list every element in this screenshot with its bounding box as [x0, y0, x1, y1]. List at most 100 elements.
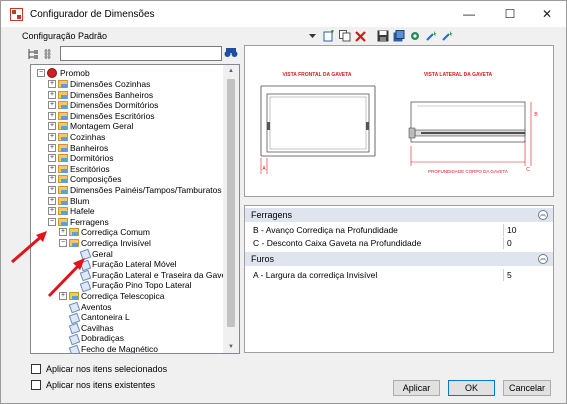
ferragens-header[interactable]: Ferragens ︽ [245, 208, 553, 222]
expand-icon[interactable]: + [48, 154, 56, 163]
prop-value-input[interactable]: 10 [507, 224, 516, 236]
cancel-button[interactable]: Cancelar [503, 380, 551, 396]
tree-item[interactable]: Dobradiças [59, 333, 124, 343]
tree-item[interactable]: + Dimensões Dormitórios [48, 100, 158, 110]
new-icon[interactable] [322, 30, 335, 43]
tree-root[interactable]: − Promob [37, 68, 90, 78]
expand-icon[interactable]: + [48, 122, 56, 131]
expand-icon[interactable]: + [48, 207, 56, 216]
close-button[interactable]: ✕ [528, 1, 566, 27]
prop-row-largura[interactable]: A - Largura da corrediça Invisível 5 [245, 269, 553, 281]
collapse-icon[interactable]: − [37, 69, 45, 77]
checkbox-box[interactable] [31, 364, 41, 374]
settings-icon[interactable] [408, 30, 421, 43]
maximize-button[interactable]: ☐ [491, 1, 529, 27]
front-view: A [260, 85, 376, 174]
expand-icon[interactable]: + [48, 90, 56, 99]
checkbox-box[interactable] [31, 380, 41, 390]
delete-icon[interactable] [354, 30, 367, 43]
tree-item[interactable]: Furação Lateral Móvel [70, 259, 177, 269]
toolbar [306, 28, 453, 44]
tree-item[interactable]: + Dormitórios [48, 153, 113, 163]
tree-item[interactable]: + Dimensões Painéis/Tampos/Tamburatos [48, 185, 222, 195]
expand-icon[interactable]: + [48, 111, 56, 120]
folder-icon [58, 207, 68, 216]
tree-item[interactable]: + Dimensões Cozinhas [48, 79, 150, 89]
collapse-icon[interactable]: − [59, 239, 67, 247]
folder-icon [58, 143, 68, 152]
tree-item[interactable]: + Hafele [48, 206, 95, 216]
tree-tools [28, 46, 54, 62]
tree-item[interactable]: + Banheiros [48, 143, 108, 153]
apply-existing-checkbox[interactable]: Aplicar nos itens existentes [31, 379, 155, 391]
tree-item[interactable]: + Montagem Geral [48, 121, 133, 131]
binoculars-icon[interactable] [224, 46, 238, 60]
drawer-preview: VISTA FRONTAL DA GAVETA VISTA LATERAL DA… [244, 45, 554, 197]
tree-item[interactable]: + Dimensões Escritórios [48, 111, 155, 121]
expand-icon[interactable]: + [59, 292, 67, 300]
tree-item[interactable]: + Corrediça Comum [59, 227, 150, 237]
checkbox-label: Aplicar nos itens existentes [46, 380, 156, 390]
collapse-icon[interactable]: − [48, 217, 56, 226]
properties-panel: Ferragens ︽ B - Avanço Corrediça na Prof… [244, 205, 554, 353]
tree-collapse-icon[interactable] [43, 48, 54, 60]
apply-selected-checkbox[interactable]: Aplicar nos itens selecionados [31, 363, 167, 375]
tree-item[interactable]: Fecho de Magnético [59, 344, 158, 354]
collapse-ferragens-icon[interactable]: ︽ [538, 210, 548, 220]
folder-icon [58, 217, 68, 226]
tree-item[interactable]: + Composições [48, 174, 122, 184]
prop-row-avanco[interactable]: B - Avanço Corrediça na Profundidade 10 [245, 224, 553, 236]
folder-icon [58, 186, 68, 194]
tree-item[interactable]: + Cozinhas [48, 132, 105, 142]
scroll-thumb[interactable] [227, 79, 235, 327]
document-icon [69, 313, 78, 322]
furos-header[interactable]: Furos ︽ [245, 252, 553, 266]
expand-icon[interactable]: + [59, 228, 67, 237]
tree-scrollbar[interactable]: ▲ ▼ [223, 65, 239, 353]
tree-item[interactable]: Furação Lateral e Traseira da Gaveta [70, 270, 233, 280]
expand-icon[interactable]: + [48, 186, 56, 194]
copy-icon[interactable] [338, 30, 351, 43]
expand-icon[interactable]: + [48, 101, 56, 110]
scroll-up-icon[interactable]: ▲ [223, 65, 239, 77]
prop-value-input[interactable]: 5 [507, 269, 512, 281]
ok-button[interactable]: OK [448, 380, 495, 396]
tree-item[interactable]: − Ferragens [48, 217, 109, 227]
prop-value-input[interactable]: 0 [507, 237, 512, 249]
tree-item[interactable]: − Corrediça Invisível [59, 238, 151, 248]
expand-icon[interactable]: + [48, 196, 56, 205]
marker-c: C [526, 167, 530, 173]
tree-item[interactable]: Cantoneira L [59, 312, 130, 322]
tree-item[interactable]: Aventos [59, 302, 112, 312]
expand-icon[interactable]: + [48, 175, 56, 184]
marker-a: A [262, 166, 266, 172]
tree-item[interactable]: + Corrediça Telescopica [59, 291, 164, 301]
folder-icon [58, 164, 68, 173]
tree-search-input[interactable] [60, 46, 222, 61]
tree-item[interactable]: + Blum [48, 196, 89, 206]
export-icon[interactable] [392, 30, 405, 43]
tree-item[interactable]: Cavilhas [59, 323, 114, 333]
dropdown-icon[interactable] [306, 30, 319, 43]
promob-logo-icon [47, 68, 57, 78]
minimize-button[interactable]: — [450, 1, 488, 27]
folder-icon [58, 80, 68, 88]
expand-icon[interactable]: + [48, 143, 56, 152]
collapse-furos-icon[interactable]: ︽ [538, 254, 548, 264]
scroll-down-icon[interactable]: ▼ [223, 341, 239, 353]
tree-item[interactable]: Furação Pino Topo Lateral [70, 280, 192, 290]
tree-item[interactable]: + Escritórios [48, 164, 110, 174]
apply-button[interactable]: Aplicar [393, 380, 440, 396]
wand-2-icon[interactable] [440, 30, 453, 43]
document-icon [69, 345, 78, 354]
expand-icon[interactable]: + [48, 133, 56, 141]
tree-item[interactable]: Geral [70, 249, 113, 259]
tree-filter-icon[interactable] [28, 48, 39, 60]
app-icon [10, 8, 23, 21]
expand-icon[interactable]: + [48, 164, 56, 173]
wand-icon[interactable] [424, 30, 437, 43]
save-icon[interactable] [376, 30, 389, 43]
tree-item[interactable]: + Dimensões Banheiros [48, 90, 153, 100]
prop-row-desconto[interactable]: C - Desconto Caixa Gaveta na Profundidad… [245, 237, 553, 249]
expand-icon[interactable]: + [48, 80, 56, 88]
